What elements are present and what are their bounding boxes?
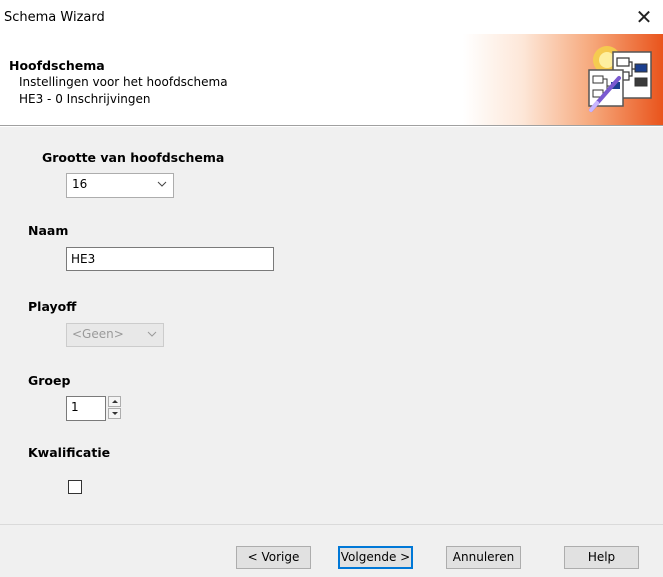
playoff-label: Playoff — [28, 299, 77, 314]
title-bar: Schema Wizard ✕ — [0, 0, 663, 34]
playoff-dropdown[interactable]: <Geen> — [66, 323, 164, 347]
name-input[interactable] — [66, 247, 274, 271]
chevron-down-icon — [147, 326, 157, 345]
group-input[interactable]: 1 — [66, 396, 106, 421]
back-button[interactable]: < Vorige — [236, 546, 311, 569]
wizard-body: Grootte van hoofdschema 16 Naam Playoff … — [0, 127, 663, 524]
cancel-button[interactable]: Annuleren — [446, 546, 521, 569]
close-button[interactable]: ✕ — [633, 6, 655, 28]
group-spinner — [108, 396, 122, 420]
next-button[interactable]: Volgende > — [338, 546, 413, 569]
qualification-label: Kwalificatie — [28, 445, 111, 460]
size-value: 16 — [72, 177, 88, 191]
spin-down-button[interactable] — [108, 408, 121, 419]
group-value: 1 — [71, 400, 79, 414]
spin-up-button[interactable] — [108, 396, 121, 407]
name-label: Naam — [28, 223, 69, 238]
header-title: Hoofdschema — [9, 58, 105, 73]
qualification-checkbox[interactable] — [68, 480, 82, 494]
header-subtitle: Instellingen voor het hoofdschema — [19, 75, 228, 89]
size-dropdown[interactable]: 16 — [66, 173, 174, 198]
chevron-down-icon — [157, 176, 167, 195]
playoff-value: <Geen> — [72, 327, 124, 341]
group-label: Groep — [28, 373, 71, 388]
wizard-header: Hoofdschema Instellingen voor het hoofds… — [0, 34, 663, 126]
size-label: Grootte van hoofdschema — [42, 150, 225, 165]
window-title: Schema Wizard — [4, 10, 105, 25]
draw-schema-icon — [588, 46, 652, 112]
help-button[interactable]: Help — [564, 546, 639, 569]
wizard-footer: < Vorige Volgende > Annuleren Help — [0, 525, 663, 577]
header-detail: HE3 - 0 Inschrijvingen — [19, 92, 151, 106]
